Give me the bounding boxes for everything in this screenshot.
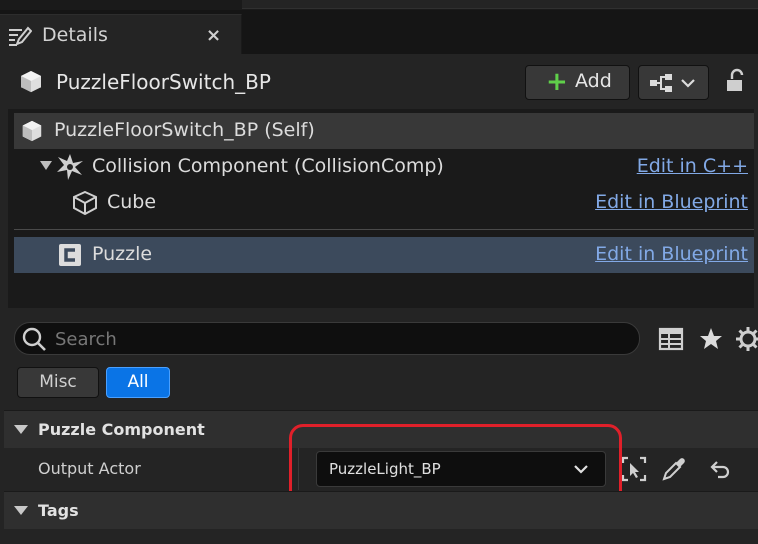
collapse-arrow-icon[interactable] (14, 425, 28, 434)
gear-icon[interactable] (735, 326, 758, 352)
component-row-puzzle[interactable]: Puzzle Edit in Blueprint (14, 237, 754, 273)
collision-icon (57, 154, 83, 180)
category-label: Tags (38, 501, 79, 520)
add-component-button[interactable]: + Add (525, 65, 630, 100)
edit-in-blueprint-link[interactable]: Edit in Blueprint (595, 191, 748, 213)
star-icon[interactable] (698, 326, 724, 352)
static-mesh-icon (73, 191, 97, 215)
actor-icon (20, 71, 42, 94)
collapse-arrow-icon[interactable] (14, 506, 28, 515)
component-row-cube[interactable]: Cube Edit in Blueprint (14, 185, 754, 221)
table-view-icon[interactable] (658, 326, 684, 352)
component-label: PuzzleFloorSwitch_BP (Self) (54, 119, 315, 141)
eyedropper-icon[interactable] (661, 456, 687, 482)
expand-arrow-icon[interactable] (40, 161, 52, 171)
hierarchy-icon (650, 74, 672, 92)
chevron-down-icon (681, 79, 695, 88)
tab-details[interactable]: Details × (0, 14, 242, 54)
details-pencil-icon (9, 26, 32, 46)
category-tags[interactable]: Tags (4, 491, 758, 529)
tab-title: Details (42, 24, 108, 46)
actor-name: PuzzleFloorSwitch_BP (56, 70, 271, 94)
select-actor-icon[interactable] (621, 456, 647, 482)
top-strip (0, 0, 758, 10)
reset-arrow-icon[interactable] (709, 458, 731, 480)
plus-icon: + (546, 67, 568, 97)
component-label: Collision Component (CollisionComp) (92, 155, 444, 177)
edit-in-blueprint-link[interactable]: Edit in Blueprint (595, 243, 748, 265)
property-row-partial (4, 530, 758, 544)
component-label: Puzzle (92, 243, 153, 265)
lock-icon[interactable] (724, 68, 750, 94)
component-row-self[interactable]: PuzzleFloorSwitch_BP (Self) (14, 113, 754, 149)
search-box[interactable] (14, 322, 640, 355)
edit-in-cpp-link[interactable]: Edit in C++ (637, 155, 748, 177)
filter-misc-button[interactable]: Misc (17, 367, 99, 398)
component-row-collision[interactable]: Collision Component (CollisionComp) Edit… (14, 149, 754, 185)
blueprint-options-button[interactable] (638, 65, 709, 100)
tree-divider (14, 229, 754, 230)
search-input[interactable] (55, 327, 625, 351)
component-label: Cube (107, 191, 157, 213)
actor-icon (22, 120, 42, 142)
actor-component-icon (59, 244, 81, 266)
close-icon[interactable]: × (206, 25, 221, 46)
property-label: Output Actor (38, 459, 141, 478)
search-icon (22, 327, 46, 351)
filter-all-button[interactable]: All (106, 367, 170, 398)
add-label: Add (575, 70, 612, 92)
category-label: Puzzle Component (38, 420, 205, 439)
